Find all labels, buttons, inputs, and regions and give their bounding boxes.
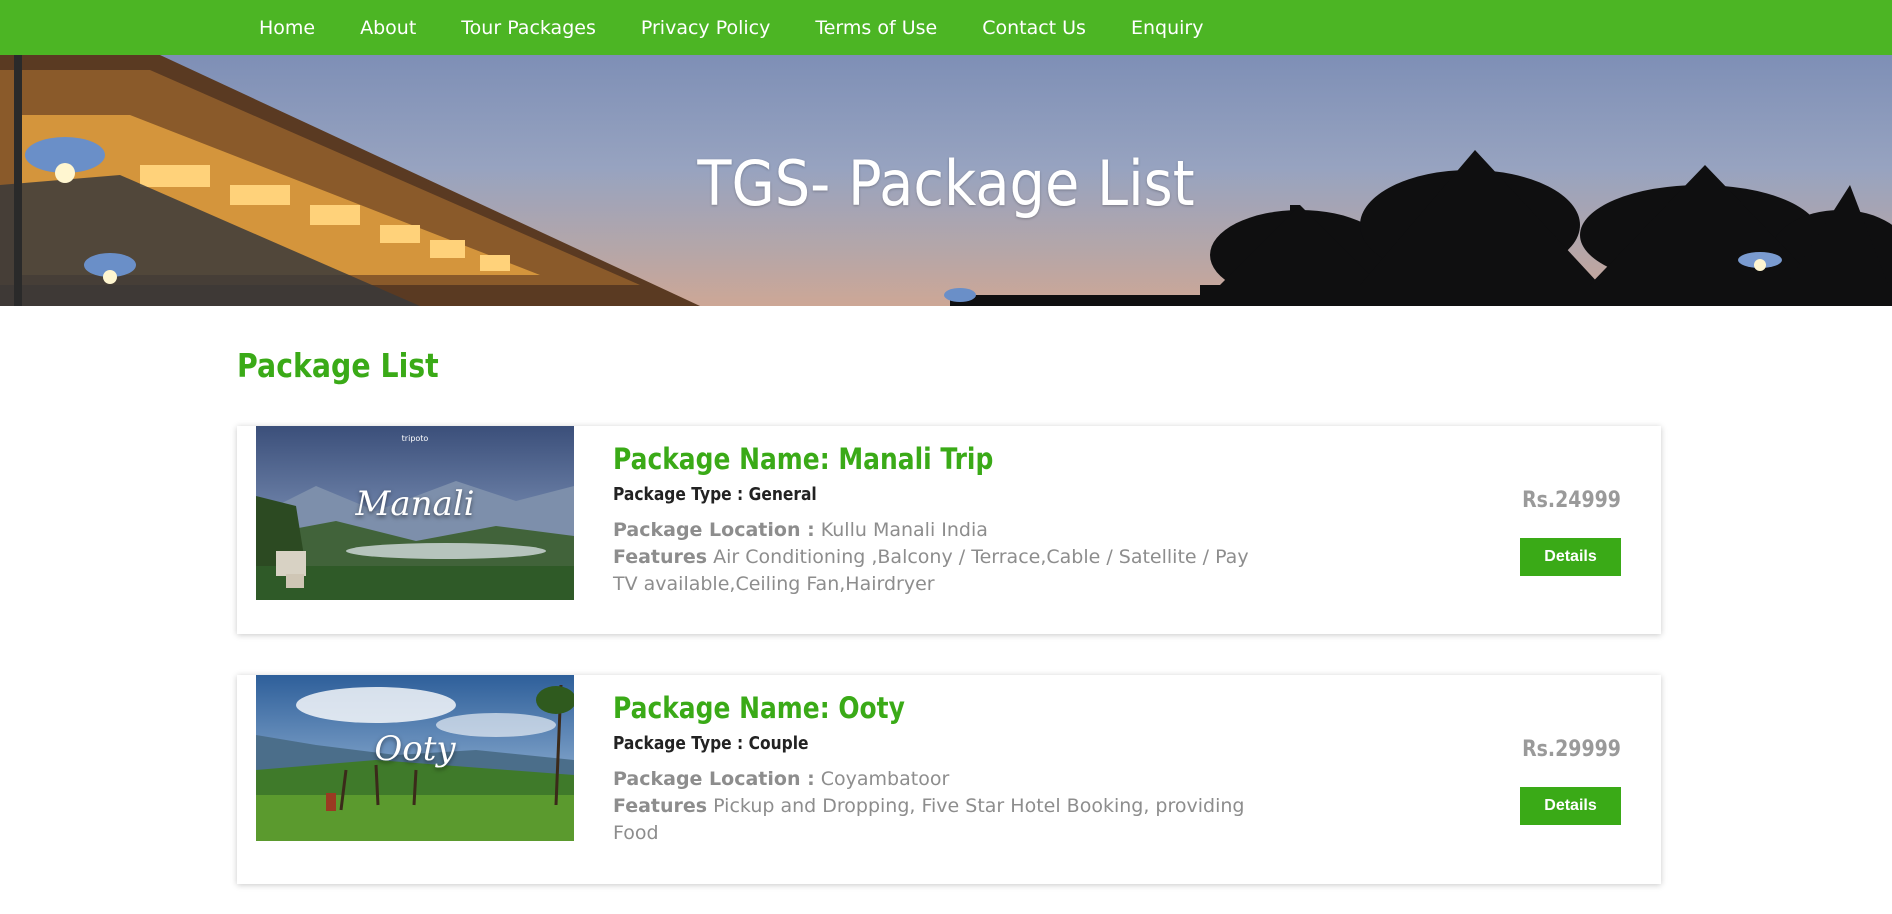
package-info: Package Name: Manali Trip Package Type :… (613, 442, 1253, 598)
nav-contact-us-link[interactable]: Contact Us (982, 17, 1086, 39)
details-button[interactable]: Details (1520, 538, 1621, 576)
package-type: Package Type : General (613, 484, 817, 505)
package-name: Package Name: Ooty (613, 691, 905, 725)
features-value: Air Conditioning ,Balcony / Terrace,Cabl… (613, 546, 1249, 595)
location-label: Package Location : (613, 519, 815, 541)
package-name: Package Name: Manali Trip (613, 442, 994, 476)
nav-enquiry-link[interactable]: Enquiry (1131, 17, 1203, 39)
nav-home-link[interactable]: Home (259, 17, 315, 39)
package-info: Package Name: Ooty Package Type : Couple… (613, 691, 1253, 847)
location-value: Coyambatoor (820, 768, 950, 790)
package-price: Rs.24999 (1522, 488, 1621, 513)
features-label: Features (613, 795, 708, 817)
location-value: Kullu Manali India (820, 519, 988, 541)
hero-title: TGS- Package List (697, 147, 1195, 220)
package-features: Features Air Conditioning ,Balcony / Ter… (613, 544, 1253, 598)
features-value: Pickup and Dropping, Five Star Hotel Boo… (613, 795, 1245, 844)
section-title: Package List (237, 346, 439, 385)
nav-privacy-policy-link[interactable]: Privacy Policy (641, 17, 770, 39)
nav-terms-of-use-link[interactable]: Terms of Use (815, 17, 937, 39)
package-features: Features Pickup and Dropping, Five Star … (613, 793, 1253, 847)
package-thumbnail-ooty[interactable]: Ooty (256, 675, 574, 841)
thumbnail-caption: Ooty (374, 729, 456, 769)
location-label: Package Location : (613, 768, 815, 790)
package-location: Package Location : Coyambatoor (613, 766, 1253, 793)
package-card: tripoto Manali Package Name: Manali Trip… (237, 426, 1661, 634)
package-thumbnail-manali[interactable]: tripoto Manali (256, 426, 574, 600)
top-navigation-bar: Home About Tour Packages Privacy Policy … (0, 0, 1892, 55)
nav-about-link[interactable]: About (360, 17, 416, 39)
features-label: Features (613, 546, 708, 568)
thumbnail-caption: Manali (355, 484, 475, 524)
nav-tour-packages-link[interactable]: Tour Packages (461, 17, 596, 39)
package-location: Package Location : Kullu Manali India (613, 517, 1253, 544)
hero-banner: TGS- Package List (0, 55, 1892, 306)
details-button[interactable]: Details (1520, 787, 1621, 825)
package-card: Ooty Package Name: Ooty Package Type : C… (237, 675, 1661, 884)
package-price: Rs.29999 (1522, 737, 1621, 762)
tripoto-watermark: tripoto (401, 434, 429, 443)
package-type: Package Type : Couple (613, 733, 809, 754)
